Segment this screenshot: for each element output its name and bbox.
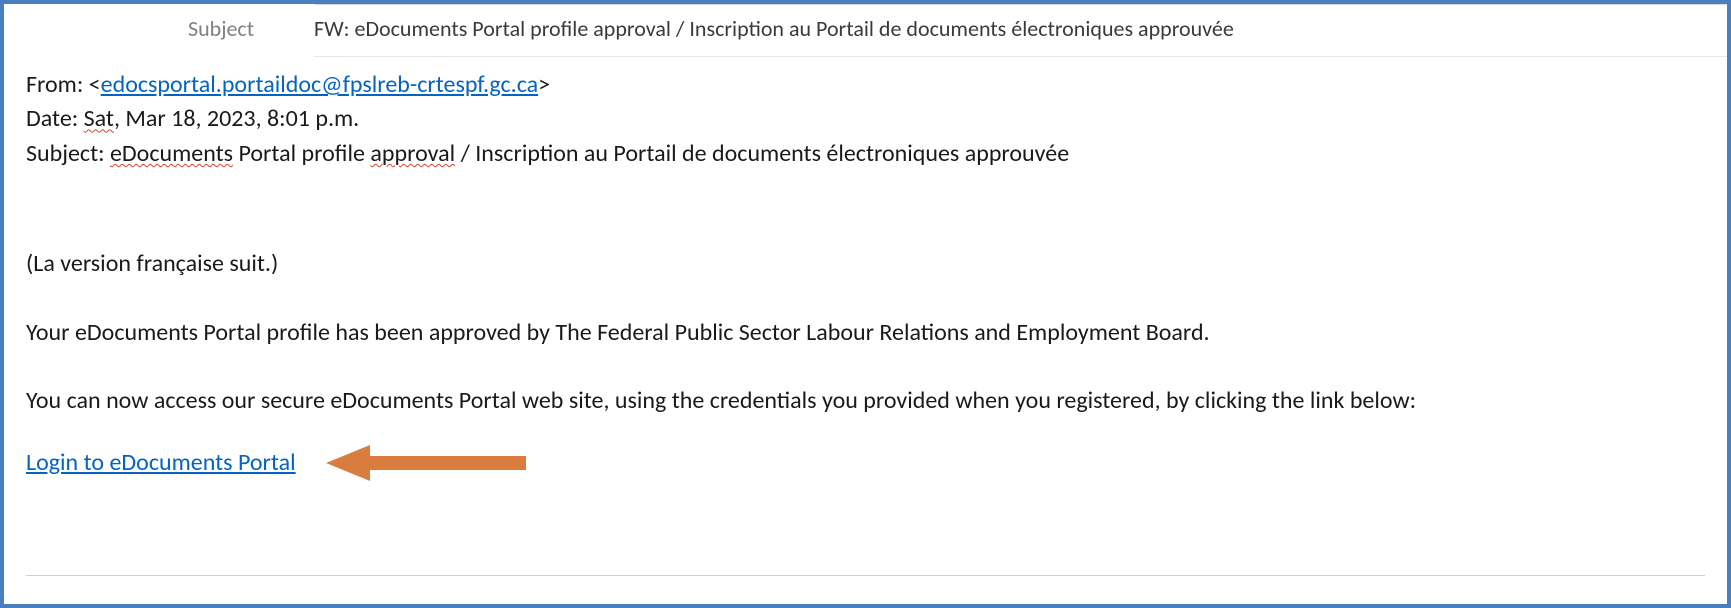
login-link-row: Login to eDocuments Portal <box>26 441 1705 485</box>
instruction-paragraph: You can now access our secure eDocuments… <box>26 385 1705 417</box>
subject-mid1: Portal profile <box>233 139 370 168</box>
subject-word-edocuments: eDocuments <box>110 139 233 168</box>
date-sat: Sat <box>84 104 114 133</box>
date-label: Date: <box>26 104 84 133</box>
subject-field-label: Subject <box>188 15 298 42</box>
date-rest: , Mar 18, 2023, 8:01 p.m. <box>114 104 359 133</box>
arrow-left-icon <box>326 441 526 485</box>
subject-field-value: FW: eDocuments Portal profile approval /… <box>314 15 1234 42</box>
subject-line-label: Subject: <box>26 139 110 168</box>
email-frame: Subject FW: eDocuments Portal profile ap… <box>0 0 1731 608</box>
bottom-divider <box>26 575 1705 576</box>
from-line: From: <edocsportal.portaildoc@fpslreb-cr… <box>26 69 1705 101</box>
from-close-bracket: > <box>538 70 550 99</box>
french-notice: (La version française suit.) <box>26 248 1705 280</box>
subject-word-approval: approval <box>370 139 455 168</box>
email-body: From: <edocsportal.portaildoc@fpslreb-cr… <box>4 57 1727 485</box>
from-label: From: < <box>26 70 101 99</box>
subject-rest: / Inscription au Portail de documents él… <box>455 139 1069 168</box>
date-line: Date: Sat, Mar 18, 2023, 8:01 p.m. <box>26 103 1705 135</box>
login-portal-link[interactable]: Login to eDocuments Portal <box>26 447 296 479</box>
email-header-row: Subject FW: eDocuments Portal profile ap… <box>314 4 1727 57</box>
from-email-link[interactable]: edocsportal.portaildoc@fpslreb-crtespf.g… <box>101 70 539 99</box>
subject-line: Subject: eDocuments Portal profile appro… <box>26 138 1705 170</box>
approval-paragraph: Your eDocuments Portal profile has been … <box>26 317 1705 349</box>
